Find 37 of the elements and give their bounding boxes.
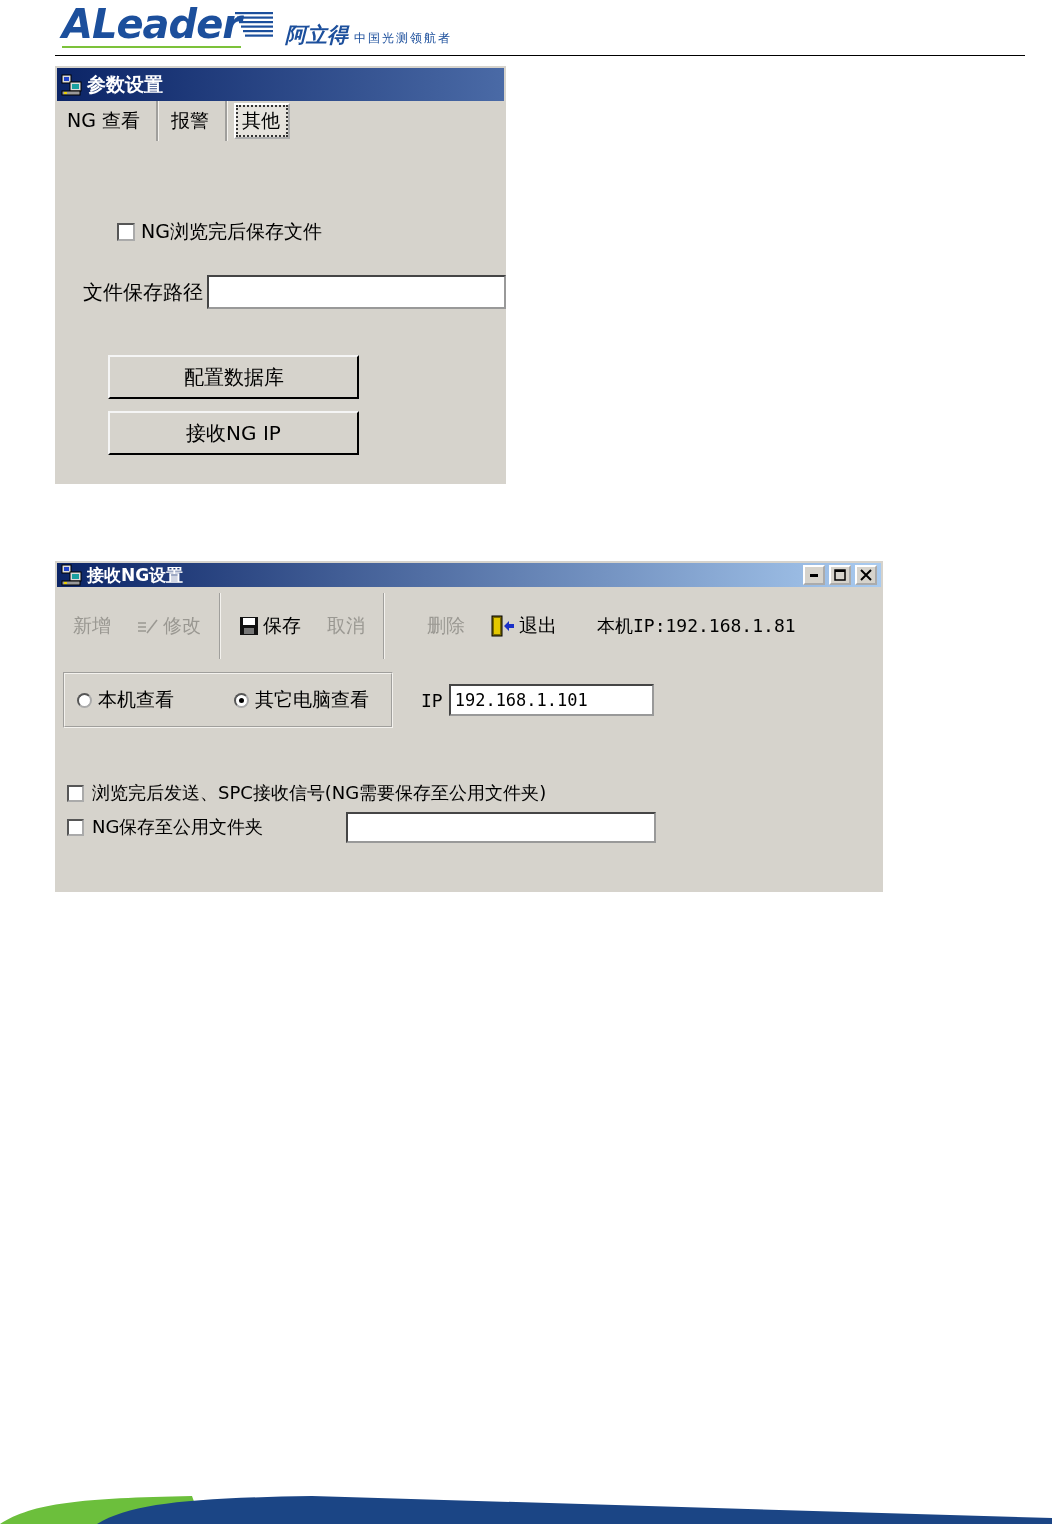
checkbox-label: NG保存至公用文件夹 bbox=[92, 815, 265, 839]
ip-field[interactable]: 192.168.1.101 bbox=[448, 684, 654, 716]
radio-label: 本机查看 bbox=[98, 687, 174, 712]
maximize-button[interactable] bbox=[829, 565, 851, 585]
checkbox-label: NG浏览完后保存文件 bbox=[141, 219, 322, 244]
tab[interactable]: 其他 bbox=[234, 103, 290, 139]
door-icon bbox=[491, 615, 515, 637]
pencil-icon bbox=[137, 617, 159, 635]
tab[interactable]: 报警 bbox=[165, 101, 228, 141]
radio-button[interactable] bbox=[234, 692, 249, 708]
folder-path-field[interactable] bbox=[346, 811, 656, 843]
company-slogan: 中国光测领航者 bbox=[354, 30, 453, 47]
radio-label: 其它电脑查看 bbox=[255, 687, 369, 712]
checkbox[interactable] bbox=[117, 223, 135, 241]
tab[interactable]: NG 查看 bbox=[61, 101, 159, 141]
checkbox-label: 浏览完后发送、SPC接收信号(NG需要保存至公用文件夹) bbox=[92, 781, 547, 805]
computer-icon bbox=[61, 73, 83, 96]
minimize-icon bbox=[810, 573, 818, 577]
computer-icon bbox=[61, 564, 83, 586]
path-field[interactable] bbox=[207, 275, 506, 309]
ip-label: IP bbox=[421, 689, 443, 711]
maximize-icon bbox=[834, 569, 846, 581]
minimize-button[interactable] bbox=[803, 565, 825, 585]
checkbox[interactable] bbox=[67, 784, 84, 802]
local-ip-text: 本机IP:192.168.1.81 bbox=[597, 614, 796, 638]
save-button[interactable]: 保存 bbox=[239, 613, 301, 639]
checkbox[interactable] bbox=[67, 818, 84, 836]
window-title: 接收NG设置 bbox=[87, 563, 185, 587]
radio-button[interactable] bbox=[77, 692, 92, 708]
exit-button[interactable]: 退出 bbox=[491, 613, 557, 639]
window-title: 参数设置 bbox=[87, 71, 164, 97]
field-label: 文件保存路径 bbox=[83, 278, 203, 306]
receive-ip-button[interactable]: 接收NG IP bbox=[108, 411, 359, 455]
configure-database-button[interactable]: 配置数据库 bbox=[108, 355, 359, 399]
company-name: 阿立得 bbox=[285, 22, 349, 48]
close-icon bbox=[860, 569, 872, 581]
close-button[interactable] bbox=[855, 565, 877, 585]
